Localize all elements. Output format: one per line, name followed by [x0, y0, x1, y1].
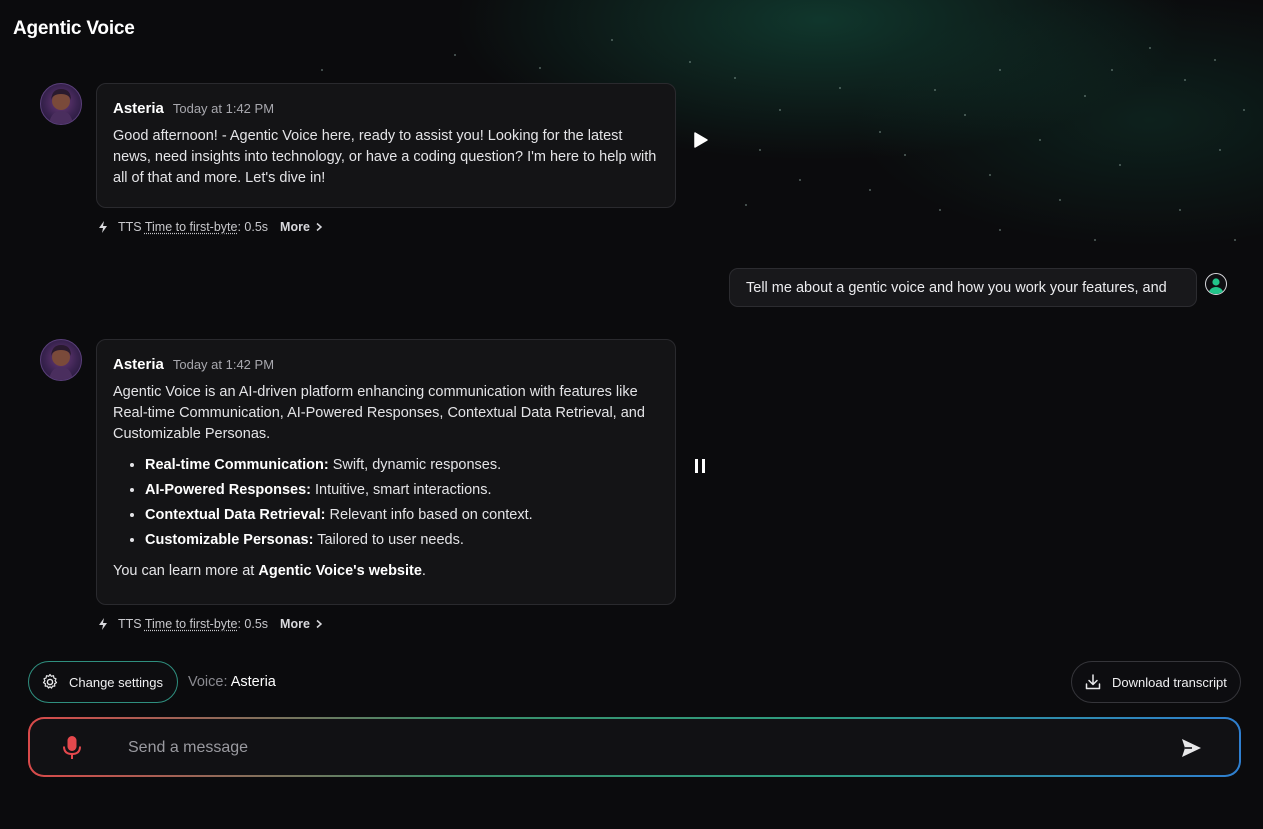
gear-icon: [42, 673, 58, 689]
tts-label: TTS: [118, 220, 142, 234]
microphone-button[interactable]: [60, 735, 84, 761]
list-item: AI-Powered Responses: Intuitive, smart i…: [145, 478, 659, 503]
list-item: Contextual Data Retrieval: Relevant info…: [145, 503, 659, 528]
assistant-avatar: [40, 339, 82, 381]
play-icon: [694, 132, 708, 148]
chevron-right-icon: [316, 619, 323, 629]
voice-indicator: Voice: Asteria: [188, 674, 276, 690]
more-details-link[interactable]: More: [280, 220, 324, 234]
feature-desc: Tailored to user needs.: [313, 532, 464, 548]
feature-name: Contextual Data Retrieval:: [145, 507, 326, 523]
outro-prefix: You can learn more at: [113, 563, 259, 579]
message-composer: [28, 717, 1241, 777]
sender-name: Asteria: [113, 100, 164, 117]
message-intro: Agentic Voice is an AI-driven platform e…: [113, 384, 645, 442]
lightning-icon: [99, 618, 107, 630]
website-link[interactable]: Agentic Voice's website: [258, 563, 422, 579]
microphone-icon: [63, 736, 81, 759]
outro-suffix: .: [421, 563, 426, 579]
tts-metrics: TTS Time to first-byte: 0.5s More: [96, 617, 324, 631]
user-message-bubble: Tell me about a gentic voice and how you…: [729, 268, 1197, 307]
feature-desc: Swift, dynamic responses.: [328, 457, 502, 473]
list-item: Real-time Communication: Swift, dynamic …: [145, 453, 659, 478]
feature-list: Real-time Communication: Swift, dynamic …: [113, 453, 659, 553]
download-icon: [1085, 674, 1101, 690]
ttfb-label: Time to first-byte: [144, 617, 238, 631]
play-audio-button[interactable]: [689, 129, 711, 151]
ttfb-value: : 0.5s: [237, 617, 269, 631]
chevron-right-icon: [316, 222, 323, 232]
message-timestamp: Today at 1:42 PM: [172, 357, 275, 372]
ttfb-label: Time to first-byte: [144, 220, 238, 234]
tts-metrics: TTS Time to first-byte: 0.5s More: [96, 220, 324, 234]
message-outro: You can learn more at Agentic Voice's we…: [113, 561, 659, 582]
voice-prefix: Voice:: [188, 674, 228, 690]
send-icon: [1182, 739, 1201, 757]
message-text: Good afternoon! - Agentic Voice here, re…: [113, 128, 657, 186]
assistant-avatar: [40, 83, 82, 125]
ttfb-value: : 0.5s: [237, 220, 269, 234]
voice-name: Asteria: [230, 674, 276, 690]
assistant-message-bubble: Asteria Today at 1:42 PM Agentic Voice i…: [96, 339, 676, 605]
feature-name: Customizable Personas:: [145, 532, 314, 548]
pause-icon: [695, 459, 705, 473]
download-transcript-label: Download transcript: [1112, 674, 1227, 690]
message-timestamp: Today at 1:42 PM: [172, 101, 275, 116]
pause-audio-button[interactable]: [689, 455, 711, 477]
more-details-link[interactable]: More: [280, 617, 324, 631]
sender-name: Asteria: [113, 356, 164, 373]
feature-name: Real-time Communication:: [145, 457, 329, 473]
list-item: Customizable Personas: Tailored to user …: [145, 528, 659, 553]
assistant-message-bubble: Asteria Today at 1:42 PM Good afternoon!…: [96, 83, 676, 208]
user-message-text: Tell me about a gentic voice and how you…: [746, 279, 1167, 296]
user-avatar-icon: [1205, 273, 1227, 295]
lightning-icon: [99, 221, 107, 233]
more-label: More: [280, 617, 310, 631]
message-input[interactable]: [126, 729, 1130, 767]
app-title: Agentic Voice: [13, 18, 135, 39]
tts-label: TTS: [118, 617, 142, 631]
send-button[interactable]: [1179, 736, 1203, 760]
download-transcript-button[interactable]: Download transcript: [1071, 661, 1241, 703]
more-label: More: [280, 220, 310, 234]
change-settings-label: Change settings: [69, 674, 163, 690]
feature-desc: Relevant info based on context.: [325, 507, 533, 523]
feature-name: AI-Powered Responses:: [145, 482, 311, 498]
feature-desc: Intuitive, smart interactions.: [311, 482, 492, 498]
change-settings-button[interactable]: Change settings: [28, 661, 178, 703]
